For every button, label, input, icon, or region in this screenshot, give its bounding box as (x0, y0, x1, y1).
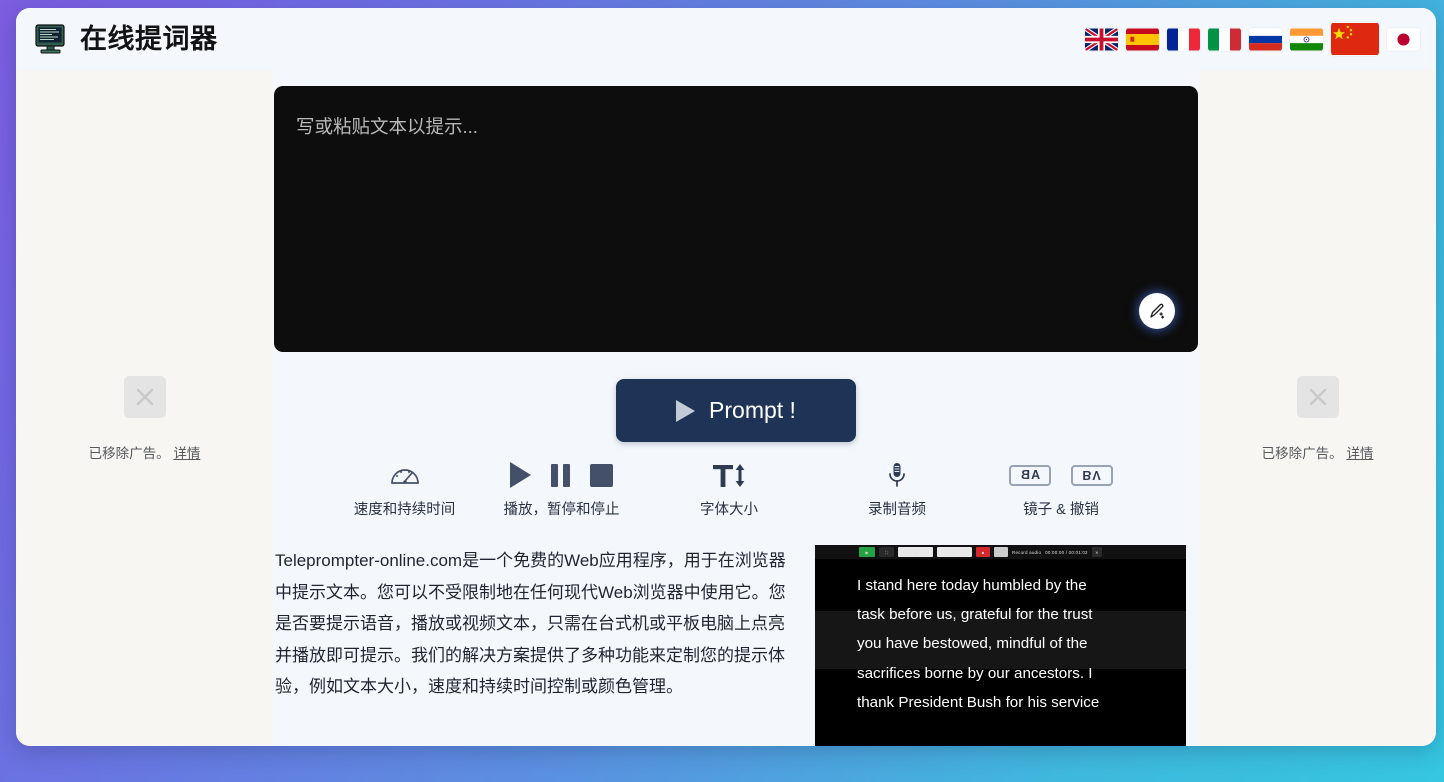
ad-slot-left: 已移除广告。 详情 (16, 70, 273, 746)
video-play-button[interactable]: ▶ (859, 547, 875, 557)
page-card: 在线提词器 (16, 8, 1436, 746)
video-fullscreen-button[interactable]: ⛶ (879, 547, 894, 557)
intro-paragraph: Teleprompter-online.com是一个免费的Web应用程序，用于在… (275, 545, 815, 746)
ad-removed-note: 已移除广告。 详情 (89, 442, 201, 462)
video-teleprompter-text: I stand here today humbled by the task b… (815, 571, 1186, 717)
image-placeholder-x-icon (124, 376, 166, 418)
mirror-horizontal-icon[interactable]: AB (1009, 465, 1051, 486)
stop-icon[interactable] (590, 464, 613, 487)
flag-es[interactable] (1126, 28, 1159, 51)
tool-icons (886, 460, 908, 490)
video-mini-toolbar: ▶ ⛶ 0 0 ■ Record audio 00:00:00 / 00:01:… (815, 545, 1186, 559)
flag-jp[interactable] (1387, 28, 1420, 51)
tool-speed-and-duration[interactable]: 速度和持续时间 (331, 460, 478, 519)
tool-icons (711, 460, 747, 490)
video-mic-icon[interactable] (994, 547, 1008, 557)
tool-icons (510, 460, 613, 490)
tool-play-pause-stop[interactable]: 播放，暂停和停止 (478, 460, 645, 519)
flag-cn[interactable] (1331, 22, 1379, 56)
video-text-line: task before us, grateful for the trust (857, 600, 1146, 629)
flag-in[interactable] (1290, 28, 1323, 51)
ad-details-link[interactable]: 详情 (173, 446, 200, 461)
video-text-line: sacrifices borne by our ancestors. I (857, 659, 1146, 688)
video-stop-button[interactable]: ■ (976, 547, 990, 557)
play-icon[interactable] (510, 462, 531, 488)
video-fontsize-control[interactable]: 0 (937, 547, 972, 557)
mirror-v-text: BV (1082, 468, 1101, 482)
tool-icons (390, 460, 420, 490)
bottom-section: Teleprompter-online.com是一个免费的Web应用程序，用于在… (273, 545, 1199, 746)
brand[interactable]: 在线提词器 (24, 22, 218, 56)
video-record-label: Record audio (1012, 550, 1041, 555)
video-text-line: you have bestowed, mindful of the (857, 629, 1146, 658)
mirror-vertical-icon[interactable]: BV (1071, 465, 1113, 486)
teleprompter-editor[interactable]: 写或粘贴文本以提示... (274, 86, 1198, 352)
prompt-button-label: Prompt ! (709, 397, 796, 424)
tool-label: 录制音频 (868, 498, 926, 519)
tool-mirror-and-undo[interactable]: AB BV 镜子 & 撤销 (981, 460, 1141, 519)
tool-record-audio[interactable]: 录制音频 (813, 460, 981, 519)
demo-video-player[interactable]: ▶ ⛶ 0 0 ■ Record audio 00:00:00 / 00:01:… (815, 545, 1186, 746)
tool-label: 速度和持续时间 (354, 498, 456, 519)
mirror-h-text: AB (1020, 468, 1040, 482)
crt-monitor-icon (34, 22, 68, 56)
page-title: 在线提词器 (80, 26, 218, 53)
video-close-button[interactable]: ✕ (1092, 547, 1102, 557)
main-content: 写或粘贴文本以提示... Prompt ! (273, 70, 1199, 746)
tool-font-size[interactable]: 字体大小 (645, 460, 813, 519)
prompt-button[interactable]: Prompt ! (616, 379, 856, 442)
pause-icon[interactable] (551, 464, 570, 487)
flag-gb[interactable] (1085, 28, 1118, 51)
video-text-line: thank President Bush for his service (857, 688, 1146, 717)
image-placeholder-x-icon (1297, 376, 1339, 418)
editor-placeholder-text: 写或粘贴文本以提示... (296, 114, 1176, 140)
feature-toolbar: 速度和持续时间 播放，暂停和停止 (273, 460, 1199, 519)
tool-label: 字体大小 (700, 498, 758, 519)
tool-label: 镜子 & 撤销 (1023, 498, 1099, 519)
ad-removed-note: 已移除广告。 详情 (1262, 442, 1374, 462)
tool-icons: AB BV (1009, 460, 1113, 490)
video-text-line: I stand here today humbled by the (857, 571, 1146, 600)
ad-removed-text: 已移除广告。 (89, 446, 170, 461)
video-timestamp: 00:00:00 / 00:01:02 (1045, 550, 1088, 555)
flag-fr[interactable] (1167, 28, 1200, 51)
ad-details-link[interactable]: 详情 (1346, 446, 1373, 461)
ad-slot-right: 已移除广告。 详情 (1199, 70, 1436, 746)
flag-it[interactable] (1208, 28, 1241, 51)
language-switcher (1085, 22, 1426, 56)
video-speed-control[interactable]: 0 (898, 547, 933, 557)
tool-label: 播放，暂停和停止 (504, 498, 620, 519)
prompt-button-wrap: Prompt ! (273, 379, 1199, 442)
ad-removed-text: 已移除广告。 (1262, 446, 1343, 461)
flag-ru[interactable] (1249, 28, 1282, 51)
magic-pencil-icon[interactable] (1139, 293, 1175, 329)
play-triangle-icon (676, 400, 695, 422)
site-header: 在线提词器 (16, 8, 1436, 70)
